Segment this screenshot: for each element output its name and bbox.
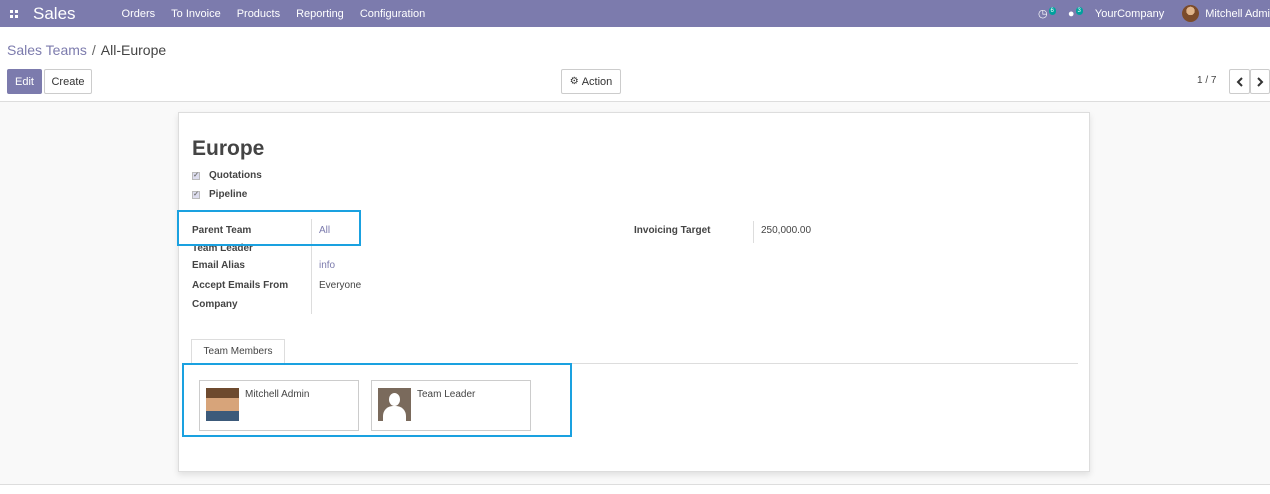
create-button[interactable]: Create <box>44 69 92 94</box>
user-name: Mitchell Admi <box>1205 7 1270 20</box>
action-button[interactable]: ⚙ Action <box>561 69 621 94</box>
quotations-option[interactable]: ✓ Quotations <box>192 170 262 181</box>
messages-badge: 3 <box>1075 6 1083 15</box>
invoicing-target-value[interactable]: 250,000.00 <box>761 225 811 236</box>
pipeline-label: Pipeline <box>209 189 248 200</box>
systray: ◷ 6 ● 3 YourCompany Mitchell Admi <box>1038 0 1270 27</box>
accept-emails-label-line2: Company <box>192 299 238 310</box>
messages-button[interactable]: ● 3 <box>1067 6 1083 20</box>
company-switcher[interactable]: YourCompany <box>1095 8 1164 20</box>
pager-previous-button[interactable] <box>1229 69 1250 94</box>
menu-reporting[interactable]: Reporting <box>288 8 352 20</box>
accept-emails-value[interactable]: Everyone <box>319 280 361 291</box>
top-navbar: Sales Orders To Invoice Products Reporti… <box>0 0 1270 27</box>
menu-configuration[interactable]: Configuration <box>352 8 433 20</box>
breadcrumb-current: All-Europe <box>100 42 167 58</box>
app-name[interactable]: Sales <box>33 4 76 24</box>
edit-button[interactable]: Edit <box>7 69 42 94</box>
highlight-team-members <box>182 363 572 437</box>
gear-icon: ⚙ <box>569 76 579 87</box>
checkbox-quotations[interactable]: ✓ <box>192 171 200 180</box>
menu-products[interactable]: Products <box>229 8 288 20</box>
checkbox-pipeline[interactable]: ✓ <box>192 190 200 199</box>
breadcrumb: Sales Teams / All-Europe <box>7 42 166 58</box>
pager-value[interactable]: 1 / 7 <box>1197 75 1216 86</box>
clock-icon: ◷ <box>1037 8 1048 20</box>
field-divider-right <box>753 221 754 243</box>
avatar <box>1182 5 1200 22</box>
pipeline-option[interactable]: ✓ Pipeline <box>192 189 247 200</box>
pager-next-button[interactable] <box>1250 69 1270 94</box>
chevron-right-icon <box>1257 76 1264 87</box>
accept-emails-label: Accept Emails From <box>192 280 289 291</box>
page-title: Europe <box>192 137 265 160</box>
breadcrumb-separator: / <box>91 42 96 58</box>
breadcrumb-sales-teams[interactable]: Sales Teams <box>7 42 87 58</box>
user-menu[interactable]: Mitchell Admi <box>1182 5 1270 22</box>
chevron-left-icon <box>1236 76 1243 87</box>
invoicing-target-label: Invoicing Target <box>634 225 711 236</box>
main-menu: Orders To Invoice Products Reporting Con… <box>122 8 434 20</box>
control-panel: Sales Teams / All-Europe Edit Create ⚙ Act… <box>0 27 1270 102</box>
menu-orders[interactable]: Orders <box>122 8 164 20</box>
page-footer <box>0 484 1270 494</box>
apps-grid-icon[interactable] <box>10 9 18 18</box>
highlight-parent-team <box>177 210 361 246</box>
chat-icon: ● <box>1067 7 1075 20</box>
tab-team-members[interactable]: Team Members <box>191 339 285 364</box>
email-alias-label: Email Alias <box>192 260 245 271</box>
quotations-label: Quotations <box>209 170 262 181</box>
email-alias-value[interactable]: info <box>319 260 335 271</box>
activity-badge: 6 <box>1048 6 1056 15</box>
menu-to-invoice[interactable]: To Invoice <box>163 8 229 20</box>
action-label: Action <box>581 75 613 88</box>
activity-button[interactable]: ◷ 6 <box>1037 6 1056 20</box>
